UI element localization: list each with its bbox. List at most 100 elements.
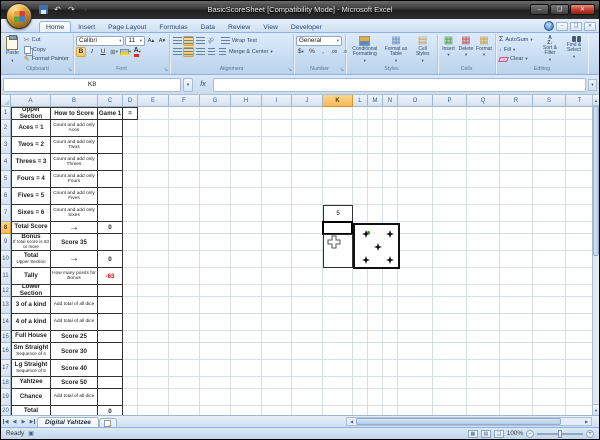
vertical-scrollbar-thumb[interactable]: [593, 106, 599, 256]
cell-I9[interactable]: [262, 234, 292, 251]
cell-E12[interactable]: [138, 285, 169, 297]
office-button[interactable]: [6, 3, 32, 29]
insert-worksheet-button[interactable]: [98, 418, 117, 427]
expand-formula-bar-button[interactable]: ▾: [588, 78, 597, 91]
cell-J5[interactable]: [292, 171, 323, 188]
cell-I5[interactable]: [262, 171, 292, 188]
next-sheet-button[interactable]: ▶: [19, 416, 28, 427]
cell-H9[interactable]: [231, 234, 262, 251]
cell-M19[interactable]: [368, 389, 383, 406]
autosum-button[interactable]: Σ AutoSum ▾: [498, 35, 538, 45]
cell-O1[interactable]: [398, 107, 433, 120]
cell-J18[interactable]: [292, 377, 323, 389]
cell-D10[interactable]: [123, 251, 138, 268]
cell-Q4[interactable]: [467, 154, 500, 171]
cell-T4[interactable]: [566, 154, 594, 171]
sheet-tab-digital-yahtzee[interactable]: Digital Yahtzee: [37, 417, 99, 427]
cell-G20[interactable]: [200, 406, 231, 415]
cell-G11[interactable]: [200, 268, 231, 285]
sort-filter-button[interactable]: A Z↓ Sort & Filter ▾: [538, 35, 562, 64]
cell-E9[interactable]: [138, 234, 169, 251]
scroll-left-button[interactable]: ◀: [347, 418, 356, 425]
tab-data[interactable]: Data: [195, 22, 221, 32]
horizontal-scrollbar-thumb[interactable]: [356, 418, 561, 425]
column-header-J[interactable]: J: [292, 95, 323, 107]
cell-C19[interactable]: [98, 389, 123, 406]
row-header-10[interactable]: 10: [1, 251, 11, 268]
cell-I4[interactable]: [262, 154, 292, 171]
cell-L12[interactable]: [353, 285, 368, 297]
column-header-Q[interactable]: Q: [467, 95, 500, 107]
name-box[interactable]: K8: [3, 77, 181, 92]
cell-I3[interactable]: [262, 137, 292, 154]
cell-R14[interactable]: [500, 314, 533, 331]
paste-button[interactable]: Paste ▾: [4, 34, 21, 64]
cell-O11[interactable]: [398, 268, 433, 285]
cell-G13[interactable]: [200, 297, 231, 314]
cell-A7[interactable]: Sixes = 6: [11, 205, 51, 222]
cell-J10[interactable]: [292, 251, 323, 268]
cell-F5[interactable]: [169, 171, 200, 188]
row-header-7[interactable]: 7: [1, 205, 11, 222]
cell-S4[interactable]: [533, 154, 566, 171]
cell-S12[interactable]: [533, 285, 566, 297]
comma-button[interactable]: ,: [318, 47, 328, 57]
cell-M7[interactable]: [368, 205, 383, 222]
cell-K6[interactable]: [323, 188, 353, 205]
cell-P17[interactable]: [433, 360, 467, 377]
cell-I19[interactable]: [262, 389, 292, 406]
cell-S7[interactable]: [533, 205, 566, 222]
cell-H19[interactable]: [231, 389, 262, 406]
cell-F18[interactable]: [169, 377, 200, 389]
cell-R13[interactable]: [500, 297, 533, 314]
first-sheet-button[interactable]: ◀: [1, 416, 10, 427]
cell-Q7[interactable]: [467, 205, 500, 222]
cell-A19[interactable]: Chance: [11, 389, 51, 406]
cell-G19[interactable]: [200, 389, 231, 406]
cell-L2[interactable]: [353, 120, 368, 137]
cell-A1[interactable]: Upper Section: [11, 107, 51, 120]
cell-O6[interactable]: [398, 188, 433, 205]
cell-I20[interactable]: [262, 406, 292, 415]
cell-N19[interactable]: [383, 389, 398, 406]
cell-C4[interactable]: [98, 154, 123, 171]
cell-I7[interactable]: [262, 205, 292, 222]
cell-B8[interactable]: →: [51, 222, 98, 234]
cell-I10[interactable]: [262, 251, 292, 268]
cell-F12[interactable]: [169, 285, 200, 297]
cell-H16[interactable]: [231, 343, 262, 360]
cell-A5[interactable]: Fours = 4: [11, 171, 51, 188]
close-button[interactable]: ✕: [570, 4, 595, 15]
cell-L18[interactable]: [353, 377, 368, 389]
cell-E5[interactable]: [138, 171, 169, 188]
cell-S2[interactable]: [533, 120, 566, 137]
cell-H12[interactable]: [231, 285, 262, 297]
cell-D20[interactable]: [123, 406, 138, 415]
row-header-12[interactable]: 12: [1, 285, 11, 297]
cell-S5[interactable]: [533, 171, 566, 188]
cell-L19[interactable]: [353, 389, 368, 406]
cell-S18[interactable]: [533, 377, 566, 389]
cell-F19[interactable]: [169, 389, 200, 406]
cell-T13[interactable]: [566, 297, 594, 314]
cell-Q1[interactable]: [467, 107, 500, 120]
underline-button[interactable]: U: [98, 47, 108, 57]
cell-T12[interactable]: [566, 285, 594, 297]
cell-L17[interactable]: [353, 360, 368, 377]
align-right-button[interactable]: [195, 47, 205, 57]
cell-J20[interactable]: [292, 406, 323, 415]
find-select-button[interactable]: Find & Select ▾: [562, 35, 586, 64]
cell-H20[interactable]: [231, 406, 262, 415]
cell-B5[interactable]: Count and add only Fours: [51, 171, 98, 188]
fill-color-button[interactable]: ▾: [120, 47, 131, 57]
cell-S19[interactable]: [533, 389, 566, 406]
cell-G8[interactable]: [200, 222, 231, 234]
scroll-down-button[interactable]: ▼: [593, 404, 599, 415]
cell-A16[interactable]: Sm Straight Sequence of 4: [11, 343, 51, 360]
cell-K5[interactable]: [323, 171, 353, 188]
zoom-slider-handle[interactable]: [557, 429, 562, 438]
cell-H1[interactable]: [231, 107, 262, 120]
cell-E10[interactable]: [138, 251, 169, 268]
cell-M12[interactable]: [368, 285, 383, 297]
cell-O13[interactable]: [398, 297, 433, 314]
